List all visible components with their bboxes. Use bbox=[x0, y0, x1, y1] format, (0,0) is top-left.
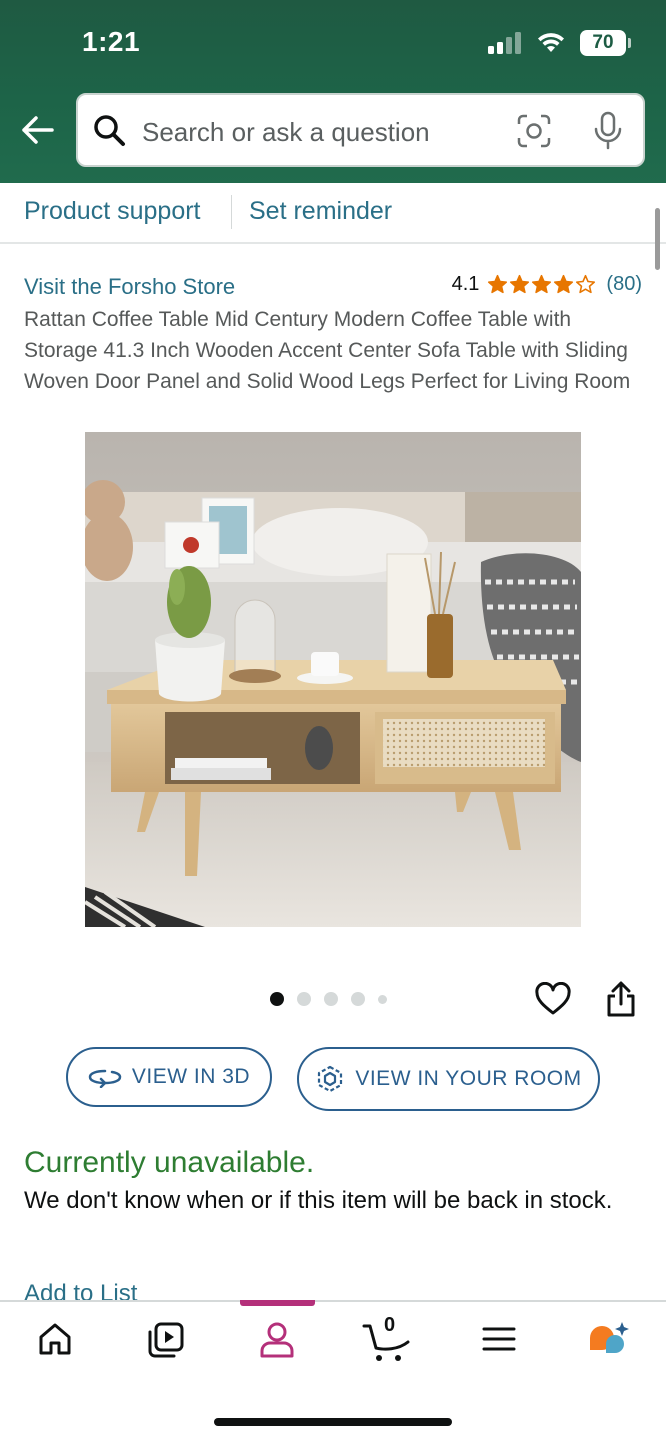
hamburger-menu-icon bbox=[482, 1327, 516, 1351]
carousel-dot[interactable] bbox=[270, 992, 284, 1006]
star-full-icon bbox=[554, 274, 574, 294]
product-support-link[interactable]: Product support bbox=[24, 197, 201, 226]
coffee-table-photo bbox=[85, 432, 581, 927]
microphone-icon[interactable] bbox=[592, 111, 624, 151]
wishlist-button[interactable] bbox=[534, 981, 572, 1021]
rating-value: 4.1 bbox=[451, 273, 480, 295]
home-indicator bbox=[214, 1418, 452, 1426]
bottom-tab-bar: 0 bbox=[0, 1300, 666, 1440]
subnav-divider bbox=[231, 195, 232, 229]
ar-cube-icon bbox=[318, 1065, 343, 1093]
star-full-icon bbox=[488, 274, 508, 294]
view-in-3d-button[interactable]: VIEW IN 3D bbox=[66, 1047, 272, 1107]
star-rating bbox=[487, 274, 596, 295]
home-icon bbox=[39, 1323, 71, 1355]
signal-icon bbox=[488, 32, 521, 54]
battery-indicator: 70 bbox=[580, 30, 631, 56]
battery-level: 70 bbox=[592, 32, 614, 53]
rating-count[interactable]: (80) bbox=[606, 273, 642, 296]
tab-rufus-assistant[interactable] bbox=[586, 1320, 632, 1365]
carousel-dot[interactable] bbox=[297, 992, 311, 1006]
status-time: 1:21 bbox=[82, 26, 141, 57]
camera-lens-icon[interactable] bbox=[516, 113, 552, 149]
rufus-assistant-icon bbox=[590, 1322, 629, 1353]
carousel-dot[interactable] bbox=[351, 992, 365, 1006]
rotate-3d-icon bbox=[88, 1069, 122, 1088]
app-header: 1:21 70 Search or ask a question bbox=[0, 0, 666, 183]
view-in-3d-label: VIEW IN 3D bbox=[131, 1065, 251, 1088]
view-in-your-room-button[interactable]: VIEW IN YOUR ROOM bbox=[297, 1047, 600, 1111]
tab-video[interactable] bbox=[146, 1320, 186, 1365]
share-button[interactable] bbox=[604, 980, 638, 1023]
video-icon bbox=[148, 1322, 184, 1358]
scrollbar[interactable] bbox=[655, 208, 660, 270]
set-reminder-link[interactable]: Set reminder bbox=[249, 197, 392, 226]
product-title: Rattan Coffee Table Mid Century Modern C… bbox=[24, 308, 631, 393]
wifi-icon bbox=[538, 33, 564, 52]
image-carousel-dots[interactable] bbox=[270, 992, 387, 1006]
heart-icon bbox=[535, 981, 571, 1015]
product-image[interactable] bbox=[85, 432, 581, 927]
carousel-dot[interactable] bbox=[378, 994, 387, 1004]
star-full-icon bbox=[510, 274, 530, 294]
tab-home[interactable] bbox=[36, 1320, 74, 1363]
rating-summary[interactable]: 4.1 (80) bbox=[452, 273, 642, 296]
store-link[interactable]: Visit the Forsho Store bbox=[24, 274, 235, 300]
search-icon bbox=[94, 115, 125, 146]
star-full-icon bbox=[532, 274, 552, 294]
tab-account[interactable] bbox=[257, 1320, 297, 1365]
availability-status: Currently unavailable. bbox=[24, 1146, 315, 1179]
active-tab-indicator bbox=[240, 1300, 315, 1306]
availability-description: We don't know when or if this item will … bbox=[24, 1187, 613, 1214]
status-icons: 70 bbox=[488, 30, 631, 56]
cart-count: 0 bbox=[384, 1314, 396, 1336]
search-placeholder: Search or ask a question bbox=[142, 117, 430, 147]
star-partial-icon bbox=[576, 274, 596, 294]
share-icon bbox=[607, 981, 635, 1017]
account-icon bbox=[260, 1322, 294, 1358]
view-in-your-room-label: VIEW IN YOUR ROOM bbox=[355, 1067, 582, 1090]
back-button[interactable] bbox=[18, 110, 58, 150]
search-input[interactable]: Search or ask a question bbox=[76, 93, 645, 167]
product-subnav: Product support Set reminder bbox=[0, 183, 666, 244]
carousel-dot[interactable] bbox=[324, 992, 338, 1006]
tab-menu[interactable] bbox=[480, 1320, 518, 1363]
back-arrow-icon bbox=[22, 116, 54, 144]
